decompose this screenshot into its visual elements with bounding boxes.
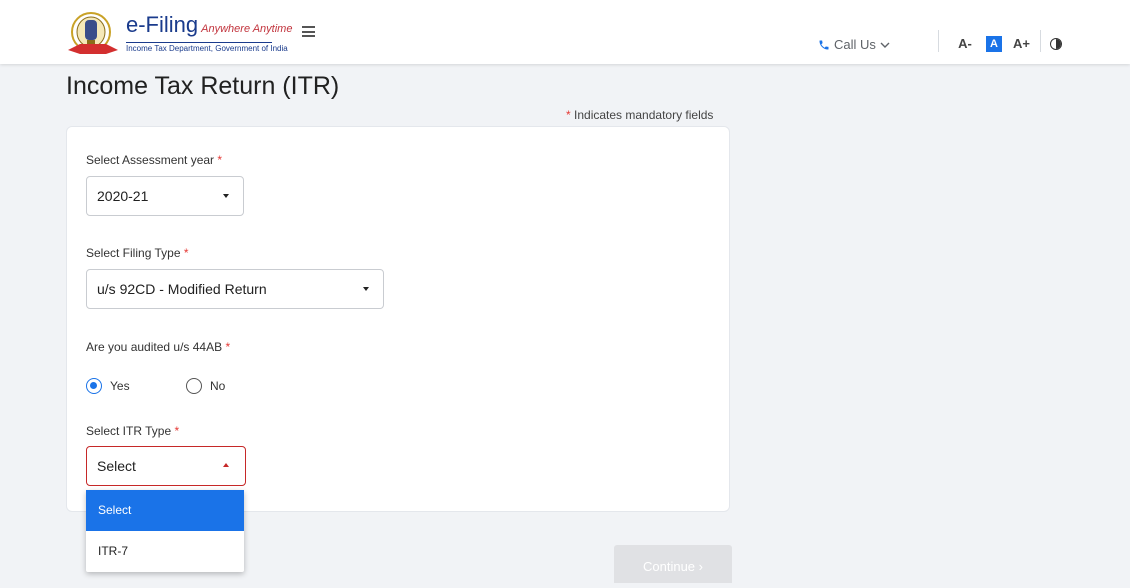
filing-type-select[interactable]: u/s 92CD - Modified Return bbox=[86, 269, 384, 309]
continue-button[interactable]: Continue › bbox=[614, 545, 732, 583]
hamburger-menu-icon[interactable] bbox=[302, 26, 315, 37]
efiling-logo[interactable]: e-Filing Anywhere Anytime Income Tax Depa… bbox=[126, 14, 292, 53]
call-us-label: Call Us bbox=[834, 37, 876, 52]
radio-no-label: No bbox=[210, 379, 226, 393]
radio-no-control[interactable] bbox=[186, 378, 202, 394]
filing-type-label: Select Filing Type * bbox=[86, 246, 189, 260]
logo-main-text: e-Filing bbox=[126, 12, 199, 37]
assessment-year-value: 2020-21 bbox=[97, 188, 149, 204]
header-divider bbox=[1040, 30, 1041, 52]
mandatory-note: * Indicates mandatory fields bbox=[566, 108, 714, 122]
dropdown-arrow-icon bbox=[363, 287, 369, 291]
filing-type-value: u/s 92CD - Modified Return bbox=[97, 281, 267, 297]
dropdown-arrow-icon bbox=[223, 194, 229, 198]
radio-yes-control[interactable] bbox=[86, 378, 102, 394]
assessment-year-select[interactable]: 2020-21 bbox=[86, 176, 244, 216]
logo-subtitle: Income Tax Department, Government of Ind… bbox=[126, 42, 288, 53]
font-decrease-button[interactable]: A- bbox=[957, 36, 973, 52]
call-us-dropdown[interactable]: Call Us bbox=[818, 37, 890, 52]
logo-tagline: Anywhere Anytime bbox=[201, 23, 293, 35]
top-header: e-Filing Anywhere Anytime Income Tax Depa… bbox=[0, 0, 1130, 64]
header-divider bbox=[938, 30, 939, 52]
itr-type-select[interactable]: Select bbox=[86, 446, 246, 486]
assessment-year-label: Select Assessment year * bbox=[86, 153, 223, 167]
itr-type-dropdown-menu: Select ITR-7 bbox=[86, 490, 244, 572]
page-title: Income Tax Return (ITR) bbox=[66, 72, 340, 100]
radio-yes-label: Yes bbox=[110, 379, 130, 393]
font-increase-button[interactable]: A+ bbox=[1013, 36, 1030, 52]
contrast-icon[interactable] bbox=[1050, 38, 1062, 50]
dropdown-arrow-up-icon bbox=[223, 463, 229, 467]
phone-icon bbox=[818, 39, 830, 51]
itr-type-value: Select bbox=[97, 458, 136, 474]
audited-label: Are you audited u/s 44AB * bbox=[86, 340, 231, 354]
font-default-button[interactable]: A bbox=[986, 36, 1002, 52]
itr-type-label: Select ITR Type * bbox=[86, 424, 180, 438]
chevron-down-icon bbox=[880, 41, 890, 49]
radio-no[interactable]: No bbox=[186, 378, 225, 394]
dropdown-option-select[interactable]: Select bbox=[86, 490, 244, 531]
radio-yes[interactable]: Yes bbox=[86, 378, 130, 394]
dropdown-option-itr7[interactable]: ITR-7 bbox=[86, 531, 244, 572]
emblem-icon[interactable] bbox=[66, 8, 120, 56]
